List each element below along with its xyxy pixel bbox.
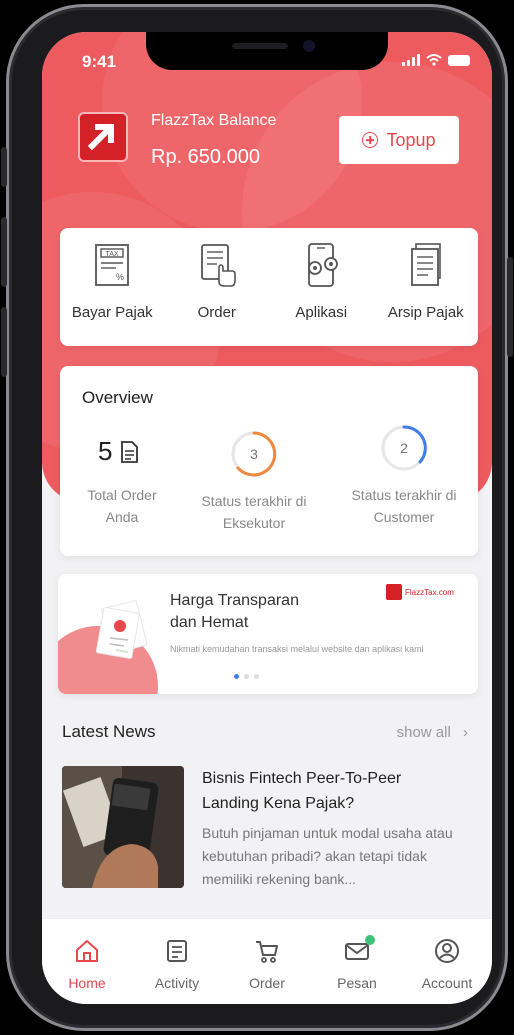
chevron-right-icon: ›	[463, 724, 468, 741]
tab-order[interactable]: Order	[227, 937, 307, 1004]
svg-text:TAX: TAX	[106, 251, 119, 258]
tab-home[interactable]: Home	[47, 937, 127, 1004]
promo-text: Nikmati kemudahan transaksi melalui webs…	[170, 644, 424, 654]
tab-account[interactable]: Account	[407, 937, 487, 1004]
menu-item-arsip-pajak[interactable]: Arsip Pajak	[376, 242, 476, 321]
carousel-dot[interactable]	[234, 674, 239, 679]
menu-label: Arsip Pajak	[387, 304, 464, 321]
news-excerpt: Butuh pinjaman untuk modal usaha atau ke…	[202, 825, 453, 887]
front-camera	[303, 40, 315, 52]
promo-banner[interactable]: Harga Transparan dan Hemat Nikmati kemud…	[58, 574, 478, 694]
mute-switch	[1, 147, 7, 187]
notification-badge	[365, 935, 375, 945]
tab-label: Account	[421, 975, 473, 991]
promo-title: Harga Transparan dan Hemat	[170, 592, 299, 631]
overview-card: Overview 5 Total Order Anda 3 Status ter…	[60, 366, 478, 556]
eksekutor-count: 3	[250, 446, 258, 462]
customer-label: Status terakhir di Customer	[351, 487, 457, 525]
show-all-link[interactable]: show all ›	[397, 724, 468, 741]
order-checklist-icon	[200, 244, 236, 287]
menu-item-order[interactable]: Order	[167, 242, 267, 321]
status-time: 9:41	[82, 52, 117, 71]
customer-count: 2	[400, 440, 408, 456]
home-icon	[76, 940, 98, 962]
overview-title: Overview	[82, 388, 153, 407]
tab-label: Activity	[154, 975, 200, 991]
quick-menu: TAX % Bayar Pajak Order Aplikasi Arsip P…	[60, 228, 478, 346]
power-button	[507, 257, 513, 357]
promo-brand: FlazzTax.com	[386, 584, 454, 600]
menu-label: Order	[197, 304, 236, 321]
topup-label: Topup	[386, 129, 436, 150]
volume-up-button	[1, 217, 7, 287]
total-order-label: Total Order Anda	[87, 487, 157, 525]
document-icon	[121, 440, 139, 463]
menu-item-aplikasi[interactable]: Aplikasi	[271, 242, 371, 321]
speaker	[232, 43, 288, 49]
tab-label: Home	[68, 975, 106, 991]
tab-pesan[interactable]: Pesan	[317, 935, 397, 1004]
tab-label: Pesan	[337, 975, 377, 991]
news-title[interactable]: Bisnis Fintech Peer-To-Peer Landing Kena…	[202, 766, 462, 816]
balance-value: Rp. 650.000	[151, 146, 260, 168]
signal-icon	[402, 54, 420, 66]
app-screen: 9:41 FlazzTax Balance Rp. 650.000 Topup …	[42, 32, 492, 1004]
total-order-count[interactable]: 5	[98, 436, 139, 467]
news-thumbnail[interactable]	[62, 766, 184, 888]
phone-settings-icon	[308, 243, 339, 287]
menu-label: Aplikasi	[295, 304, 348, 321]
topup-button[interactable]: Topup	[339, 116, 459, 164]
volume-down-button	[1, 307, 7, 377]
carousel-dot[interactable]	[244, 674, 249, 679]
carousel-dot[interactable]	[254, 674, 259, 679]
menu-label: Bayar Pajak	[71, 304, 153, 321]
carousel-dots[interactable]	[234, 674, 259, 679]
cart-icon	[256, 941, 278, 963]
tax-document-icon: TAX %	[95, 244, 130, 286]
tab-label: Order	[249, 975, 285, 991]
flazztax-mini-logo	[386, 584, 402, 600]
activity-icon	[167, 940, 187, 962]
status-icons	[402, 54, 470, 66]
archive-document-icon	[410, 243, 441, 286]
wifi-icon	[426, 54, 442, 66]
notch	[146, 32, 388, 70]
tab-activity[interactable]: Activity	[137, 937, 217, 1004]
latest-news-heading: Latest News	[62, 722, 156, 741]
balance-label: FlazzTax Balance	[151, 112, 277, 129]
plus-circle-icon	[362, 132, 379, 148]
flazztax-logo	[78, 112, 128, 162]
svg-text:%: %	[116, 272, 124, 282]
menu-item-bayar-pajak[interactable]: TAX % Bayar Pajak	[62, 242, 162, 321]
account-icon	[435, 939, 459, 963]
promo-invoice-illustration	[95, 600, 148, 659]
bottom-tab-bar: Home Activity Order Pesan Account	[42, 918, 492, 1004]
battery-icon	[448, 55, 470, 66]
eksekutor-label: Status terakhir di Eksekutor	[201, 493, 307, 531]
